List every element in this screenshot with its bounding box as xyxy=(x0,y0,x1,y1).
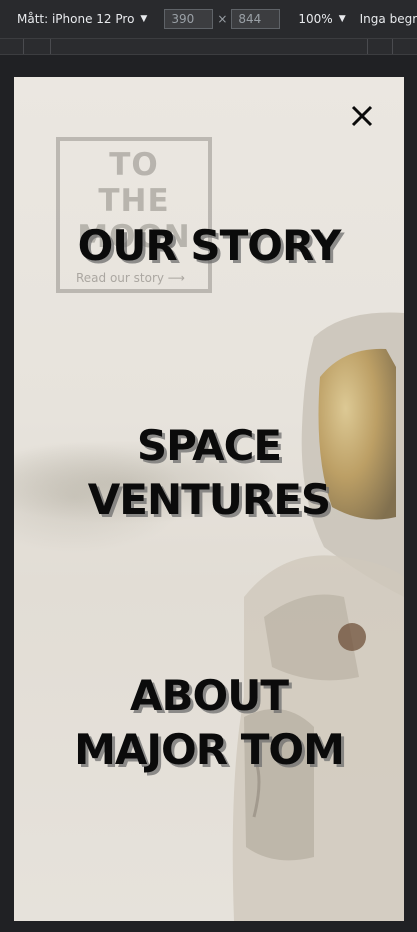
device-viewport: TO THE MOON Read our story ⟶ OUR STORY S… xyxy=(14,77,404,921)
device-toolbar: Mått: iPhone 12 Pro ▼ × 100% ▼ Inga begr… xyxy=(0,0,417,38)
menu-item-label: VENTURES xyxy=(87,475,331,524)
close-icon[interactable] xyxy=(348,102,376,130)
menu-item-space-ventures[interactable]: SPACE VENTURES xyxy=(14,419,404,527)
zoom-label: 100% xyxy=(298,12,333,26)
ruler-segment[interactable] xyxy=(50,39,51,54)
ruler-segment[interactable] xyxy=(23,39,24,54)
chevron-down-icon: ▼ xyxy=(338,14,346,24)
device-label: Mått: iPhone 12 Pro xyxy=(17,12,135,26)
chevron-down-icon: ▼ xyxy=(140,14,148,24)
menu-item-label: MAJOR TOM xyxy=(74,725,345,774)
menu-item-label: SPACE xyxy=(136,421,282,470)
width-input[interactable] xyxy=(164,9,214,29)
zoom-select[interactable]: 100% ▼ xyxy=(298,12,345,26)
ruler-segment[interactable] xyxy=(367,39,368,54)
read-our-story-link[interactable]: Read our story ⟶ xyxy=(76,271,185,285)
throttle-select[interactable]: Inga begränsni xyxy=(360,12,417,26)
logo-line: TO xyxy=(109,147,159,183)
menu-item-about-major-tom[interactable]: ABOUT MAJOR TOM xyxy=(14,669,404,777)
menu-item-our-story[interactable]: OUR STORY xyxy=(14,219,404,273)
logo-line: THE xyxy=(98,183,170,219)
media-query-ruler[interactable] xyxy=(0,38,417,55)
device-select[interactable]: Mått: iPhone 12 Pro ▼ xyxy=(17,12,147,26)
times-sign: × xyxy=(217,12,228,26)
menu-item-label: ABOUT xyxy=(130,671,289,720)
menu-item-label: OUR STORY xyxy=(77,221,342,270)
height-input[interactable] xyxy=(231,9,281,29)
ruler-segment[interactable] xyxy=(392,39,393,54)
